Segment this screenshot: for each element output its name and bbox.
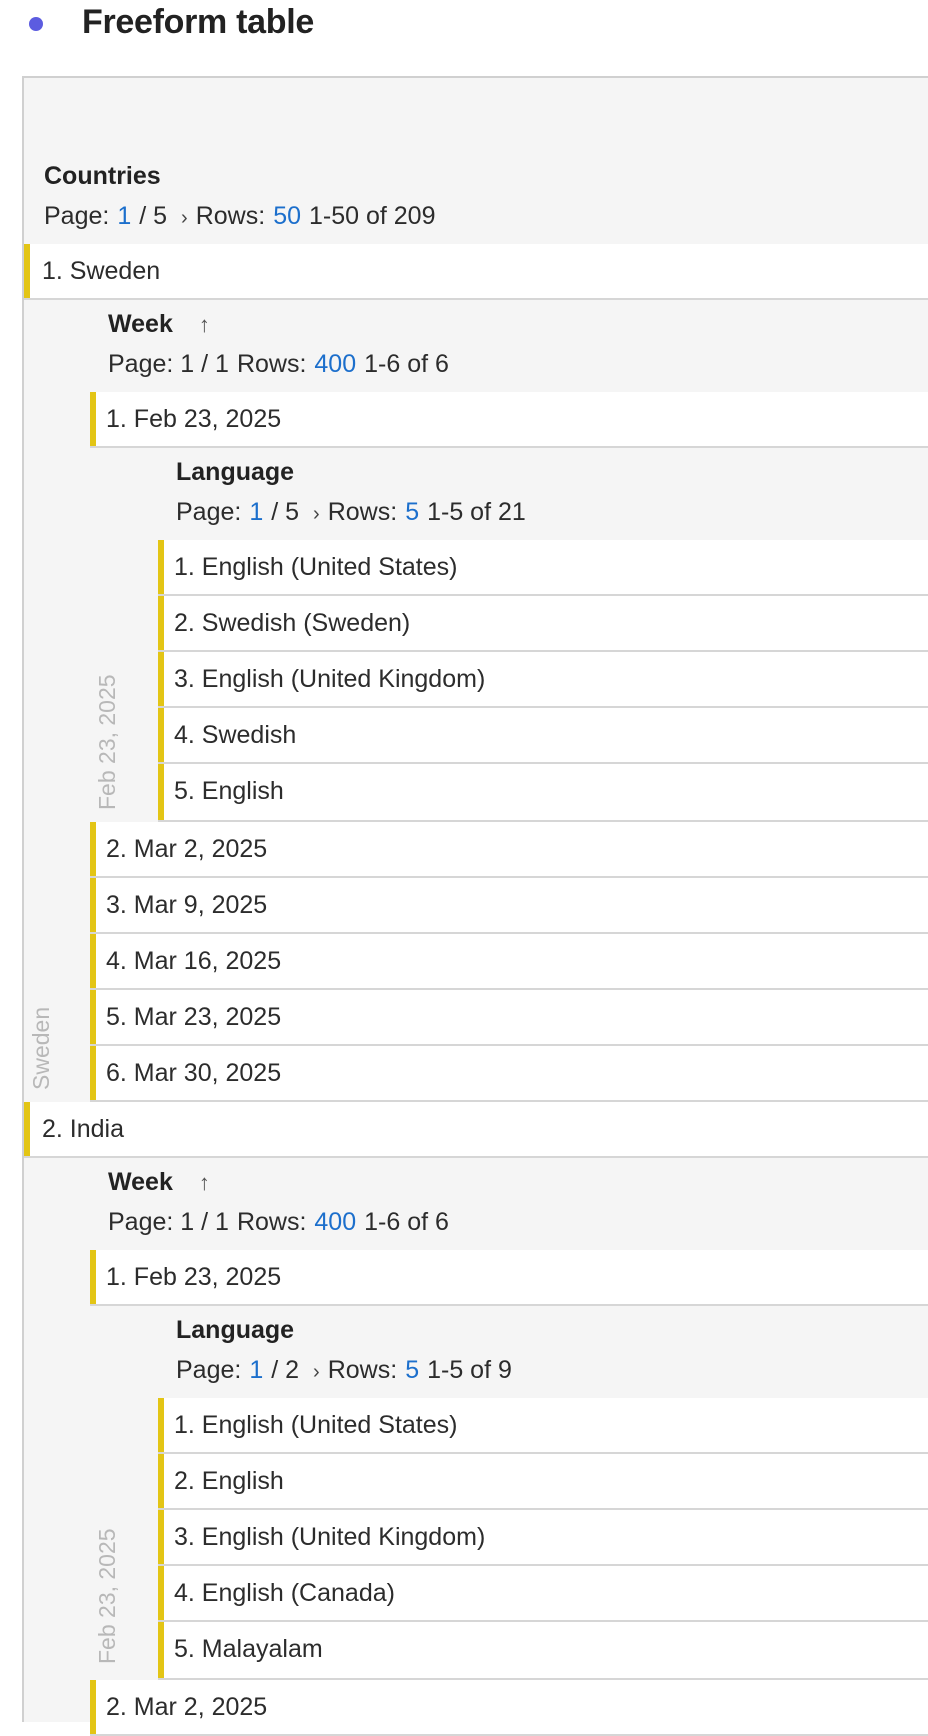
chevron-right-icon[interactable]: › — [313, 1361, 320, 1384]
countries-page-selector[interactable]: 1 — [117, 202, 131, 230]
sweden-language-pagination: Page: 1/ 5 › Rows: 5 1-5 of 21 — [176, 498, 526, 526]
table-row-week[interactable]: 4. Mar 16, 2025 — [90, 934, 928, 990]
table-row-country-india[interactable]: 2. India — [24, 1102, 928, 1158]
table-row-language[interactable]: 1. English (United States) — [158, 540, 928, 596]
table-row-language[interactable]: 3. English (United Kingdom) — [158, 1510, 928, 1566]
india-week-dimension-title[interactable]: Week ↑ — [108, 1168, 210, 1197]
sweden-week-pagination: Page: 1 / 1 Rows: 400 1-6 of 6 — [108, 350, 449, 378]
india-language-rows-selector[interactable]: 5 — [405, 1356, 419, 1384]
table-row-week[interactable]: 6. Mar 30, 2025 — [90, 1046, 928, 1102]
arrow-up-icon[interactable]: ↑ — [199, 1170, 210, 1196]
india-language-dimension-title[interactable]: Language — [176, 1316, 294, 1345]
table-row-language[interactable]: 5. Malayalam — [158, 1622, 928, 1680]
india-week-pagination: Page: 1 / 1 Rows: 400 1-6 of 6 — [108, 1208, 449, 1236]
sweden-breakdown-gutter — [24, 300, 90, 1100]
india-week-header: Week ↑ Page: 1 / 1 Rows: 400 1-6 of 6 — [90, 1158, 928, 1252]
countries-dimension-title[interactable]: Countries — [44, 162, 161, 191]
sweden-vertical-label: Sweden — [28, 1006, 54, 1090]
sweden-week-rows-selector[interactable]: 400 — [314, 350, 356, 378]
india-language-pagination: Page: 1/ 2 › Rows: 5 1-5 of 9 — [176, 1356, 512, 1384]
india-breakdown-gutter — [24, 1158, 90, 1722]
countries-header: Countries Page: 1/ 5 › Rows: 50 1-50 of 209 — [24, 152, 928, 246]
table-row-language[interactable]: 2. English — [158, 1454, 928, 1510]
sweden-language-dimension-title[interactable]: Language — [176, 458, 294, 487]
panel-title-row: Freeform table — [0, 0, 928, 56]
table-row-language[interactable]: 5. English — [158, 764, 928, 822]
page-title: Freeform table — [82, 3, 314, 41]
sweden-language-header: Language Page: 1/ 5 › Rows: 5 1-5 of 21 — [158, 448, 928, 542]
table-row-week[interactable]: 3. Mar 9, 2025 — [90, 878, 928, 934]
sweden-language-page-selector[interactable]: 1 — [249, 498, 263, 526]
countries-rows-selector[interactable]: 50 — [273, 202, 301, 230]
table-row-country-sweden[interactable]: 1. Sweden — [24, 244, 928, 300]
arrow-up-icon[interactable]: ↑ — [199, 312, 210, 338]
table-row-week[interactable]: 1. Feb 23, 2025 — [90, 392, 928, 448]
table-row-language[interactable]: 4. English (Canada) — [158, 1566, 928, 1622]
table-row-week[interactable]: 2. Mar 2, 2025 — [90, 1680, 928, 1736]
sweden-week-header: Week ↑ Page: 1 / 1 Rows: 400 1-6 of 6 — [90, 300, 928, 394]
chevron-right-icon[interactable]: › — [313, 503, 320, 526]
table-row-week[interactable]: 1. Feb 23, 2025 — [90, 1250, 928, 1306]
freeform-table: Countries Page: 1/ 5 › Rows: 50 1-50 of 209 1… — [22, 76, 928, 1736]
chevron-right-icon[interactable]: › — [181, 207, 188, 230]
table-row-language[interactable]: 2. Swedish (Sweden) — [158, 596, 928, 652]
sweden-language-rows-selector[interactable]: 5 — [405, 498, 419, 526]
table-row-language[interactable]: 4. Swedish — [158, 708, 928, 764]
india-language-header: Language Page: 1/ 2 › Rows: 5 1-5 of 9 — [158, 1306, 928, 1400]
india-language-page-selector[interactable]: 1 — [249, 1356, 263, 1384]
sweden-week-dimension-title[interactable]: Week ↑ — [108, 310, 210, 339]
india-week-rows-selector[interactable]: 400 — [314, 1208, 356, 1236]
table-row-language[interactable]: 1. English (United States) — [158, 1398, 928, 1454]
table-top-bar — [24, 78, 928, 154]
countries-pagination: Page: 1/ 5 › Rows: 50 1-50 of 209 — [44, 202, 436, 230]
table-row-language[interactable]: 3. English (United Kingdom) — [158, 652, 928, 708]
table-row-week[interactable]: 2. Mar 2, 2025 — [90, 822, 928, 878]
india-week-vertical-label: Feb 23, 2025 — [94, 1528, 120, 1664]
dot-icon — [29, 17, 43, 31]
sweden-week-vertical-label: Feb 23, 2025 — [94, 674, 120, 810]
table-row-week[interactable]: 5. Mar 23, 2025 — [90, 990, 928, 1046]
